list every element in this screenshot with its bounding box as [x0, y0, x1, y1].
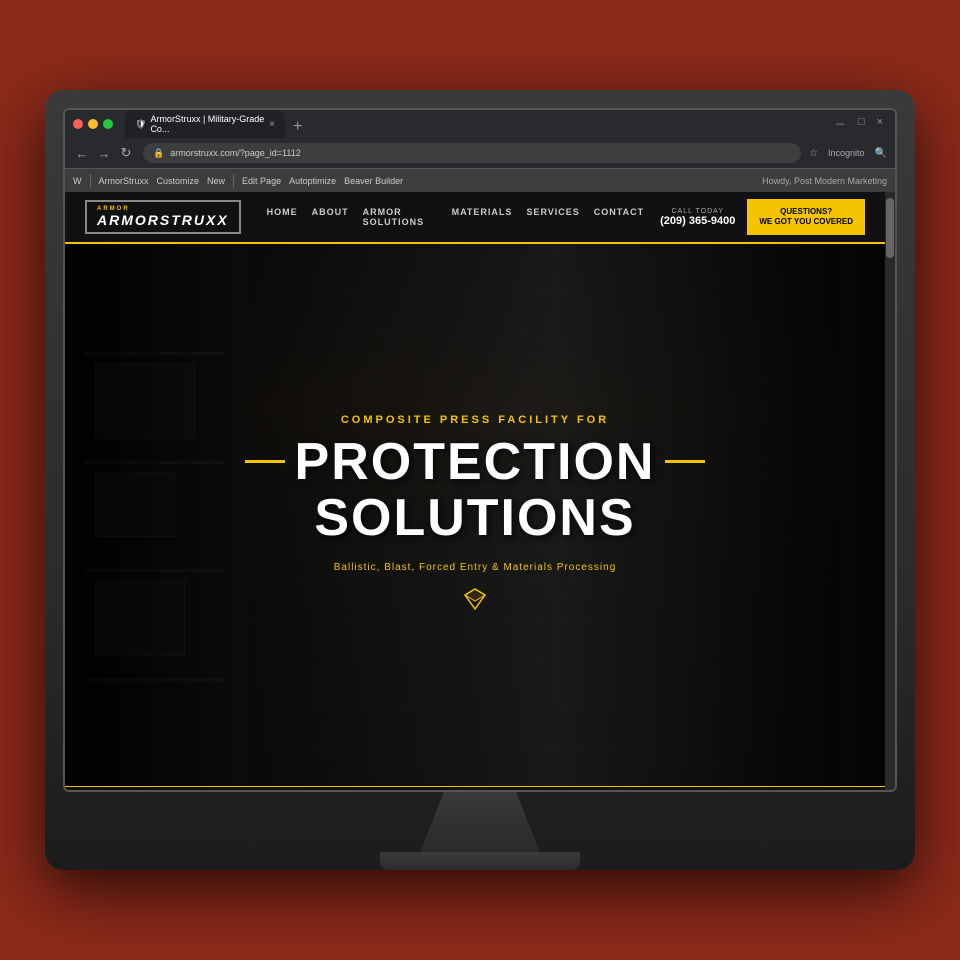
toolbar-howdy: Howdy, Post Modern Marketing: [762, 176, 887, 186]
forward-button[interactable]: →: [95, 144, 113, 162]
hero-content: COMPOSITE PRESS FACILITY FOR PROTECTION …: [225, 394, 726, 637]
hero-decoration-top: PROTECTION: [245, 436, 706, 488]
toolbar-beaver-builder[interactable]: Beaver Builder: [344, 176, 403, 186]
nav-about[interactable]: ABOUT: [312, 207, 349, 227]
restore-icon[interactable]: □: [858, 116, 865, 132]
address-text: armorstruxx.com/?page_id=1112: [170, 148, 301, 158]
active-tab[interactable]: 🛡 ArmorStruxx | Military-Grade Co... ×: [125, 110, 285, 138]
toolbar-separator-2: [233, 174, 234, 188]
nav-armor-solutions[interactable]: ARMOR SOLUTIONS: [363, 207, 438, 227]
hero-tagline: COMPOSITE PRESS FACILITY FOR: [245, 414, 706, 426]
nav-services[interactable]: SERVICES: [526, 207, 579, 227]
cta-line1: QUESTIONS?: [759, 207, 853, 217]
new-tab-button[interactable]: +: [287, 116, 308, 138]
incognito-label: Incognito: [828, 148, 865, 158]
scrollbar[interactable]: [885, 192, 895, 790]
nav-links: HOME ABOUT ARMOR SOLUTIONS MATERIALS SER…: [267, 207, 644, 227]
cta-button[interactable]: QUESTIONS? WE GOT YOU COVERED: [747, 199, 865, 236]
call-info: CALL TODAY (209) 365-9400: [660, 208, 735, 227]
tab-title: ArmorStruxx | Military-Grade Co...: [150, 114, 265, 134]
nav-home[interactable]: HOME: [267, 207, 298, 227]
tab-close-icon[interactable]: ×: [269, 119, 275, 130]
hero-title-second-line: SOLUTIONS: [245, 492, 706, 544]
tab-bar: 🛡 ArmorStruxx | Military-Grade Co... × +: [119, 110, 829, 138]
star-icon[interactable]: ☆: [809, 148, 818, 159]
scrollbar-thumb[interactable]: [886, 198, 894, 258]
call-number[interactable]: (209) 365-9400: [660, 215, 735, 227]
cms-toolbar: W ArmorStruxx Customize New Edit Page Au…: [65, 168, 895, 192]
browser-window: 🛡 ArmorStruxx | Military-Grade Co... × +…: [65, 110, 895, 790]
nav-right: CALL TODAY (209) 365-9400 QUESTIONS? WE …: [660, 199, 865, 236]
monitor: 🛡 ArmorStruxx | Military-Grade Co... × +…: [45, 90, 915, 870]
website-area: ARMOR ARMORSTRUXX HOME ABOUT ARMOR SOLUT…: [65, 192, 895, 790]
hero-dash-left: [245, 460, 285, 463]
back-button[interactable]: ←: [73, 144, 91, 162]
address-bar-row: ← → ↻ 🔒 armorstruxx.com/?page_id=1112 ☆ …: [65, 138, 895, 168]
address-input[interactable]: 🔒 armorstruxx.com/?page_id=1112: [143, 143, 801, 163]
nav-contact[interactable]: CONTACT: [594, 207, 644, 227]
hero-dash-right: [665, 460, 705, 463]
toolbar-edit-page[interactable]: Edit Page: [242, 176, 281, 186]
hero-title-line1: PROTECTION: [295, 436, 656, 488]
cta-line2: WE GOT YOU COVERED: [759, 217, 853, 227]
search-icon[interactable]: 🔍: [875, 148, 887, 159]
logo-main: ARMORSTRUXX: [97, 212, 229, 228]
toolbar-autoptimize[interactable]: Autoptimize: [289, 176, 336, 186]
site-navigation: ARMOR ARMORSTRUXX HOME ABOUT ARMOR SOLUT…: [65, 192, 885, 244]
minimize-icon[interactable]: －: [835, 116, 846, 132]
hero-description: Ballistic, Blast, Forced Entry & Materia…: [245, 562, 706, 573]
toolbar-armorstruxx[interactable]: ArmorStruxx: [99, 176, 149, 186]
minimize-button[interactable]: [88, 119, 98, 129]
call-label: CALL TODAY: [660, 208, 735, 215]
logo-container[interactable]: ARMOR ARMORSTRUXX: [85, 200, 241, 234]
toolbar-separator-1: [90, 174, 91, 188]
website-content: ARMOR ARMORSTRUXX HOME ABOUT ARMOR SOLUT…: [65, 192, 885, 790]
hero-diamond-icon: [245, 587, 706, 617]
site-bottom-bar: [65, 786, 885, 790]
hero-section: COMPOSITE PRESS FACILITY FOR PROTECTION …: [65, 244, 885, 786]
wp-icon: W: [73, 176, 82, 186]
address-right-controls: ☆ Incognito 🔍: [809, 148, 887, 159]
refresh-button[interactable]: ↻: [117, 144, 135, 162]
browser-title-bar: 🛡 ArmorStruxx | Military-Grade Co... × +…: [65, 110, 895, 138]
maximize-button[interactable]: [103, 119, 113, 129]
toolbar-new[interactable]: New: [207, 176, 225, 186]
nav-buttons: ← → ↻: [73, 144, 135, 162]
toolbar-customize[interactable]: Customize: [157, 176, 200, 186]
monitor-stand: [420, 792, 540, 852]
monitor-base: [380, 852, 580, 870]
lock-icon: 🔒: [153, 148, 164, 159]
monitor-screen: 🛡 ArmorStruxx | Military-Grade Co... × +…: [63, 108, 897, 792]
window-controls: [73, 119, 113, 129]
nav-materials[interactable]: MATERIALS: [452, 207, 513, 227]
close-icon[interactable]: ×: [877, 116, 883, 132]
close-button[interactable]: [73, 119, 83, 129]
tab-favicon: 🛡: [135, 119, 146, 130]
window-controls-right: － □ ×: [835, 116, 887, 132]
